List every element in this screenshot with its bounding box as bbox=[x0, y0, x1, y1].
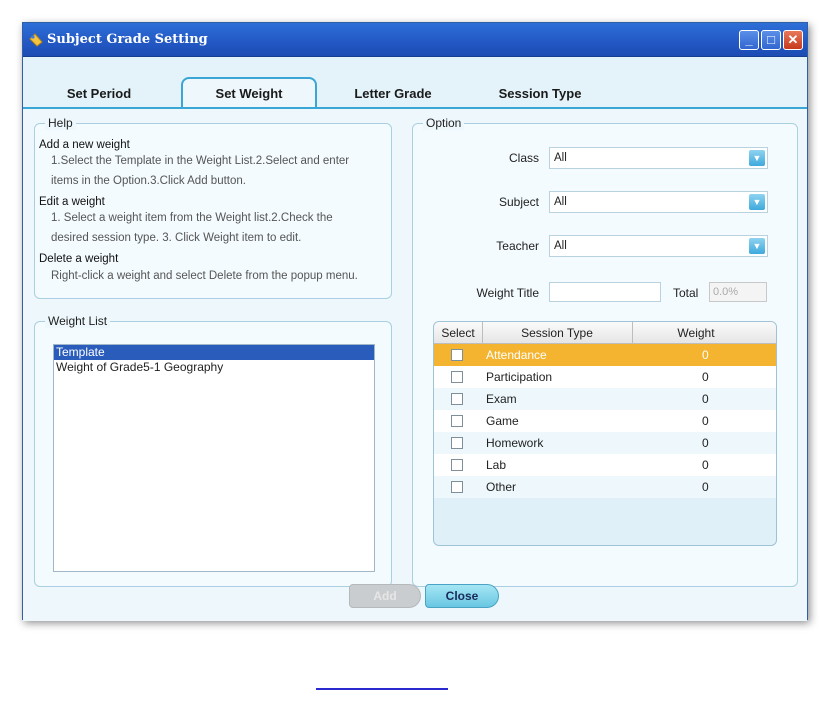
row-session-type: Exam bbox=[486, 392, 517, 406]
table-row[interactable]: Participation 0 bbox=[434, 366, 776, 388]
row-checkbox[interactable] bbox=[451, 349, 463, 361]
tab-letter-grade[interactable]: Letter Grade bbox=[337, 81, 449, 109]
row-checkbox[interactable] bbox=[451, 459, 463, 471]
class-label: Class bbox=[508, 151, 539, 165]
help-delete-step: Right-click a weight and select Delete f… bbox=[51, 270, 358, 282]
maximize-button[interactable]: □ bbox=[761, 30, 781, 50]
teacher-select-value: All bbox=[554, 240, 567, 252]
subject-grade-setting-window: Subject Grade Setting _ □ ✕ Set Period S… bbox=[22, 22, 808, 621]
help-edit-step1: 1. Select a weight item from the Weight … bbox=[51, 212, 333, 224]
table-row[interactable]: Game 0 bbox=[434, 410, 776, 432]
row-weight[interactable]: 0 bbox=[702, 392, 709, 406]
class-select-value: All bbox=[554, 152, 567, 164]
chevron-down-icon[interactable]: ▼ bbox=[749, 238, 765, 254]
tab-session-type[interactable]: Session Type bbox=[481, 81, 599, 109]
table-row[interactable]: Lab 0 bbox=[434, 454, 776, 476]
help-delete-heading: Delete a weight bbox=[39, 253, 119, 265]
window-close-button[interactable]: ✕ bbox=[783, 30, 803, 50]
header-session-type[interactable]: Session Type bbox=[482, 326, 632, 340]
tab-set-weight[interactable]: Set Weight bbox=[181, 77, 317, 110]
weight-title-input[interactable] bbox=[549, 282, 661, 302]
help-edit-step2: desired session type. 3. Click Weight it… bbox=[51, 232, 302, 244]
header-select[interactable]: Select bbox=[434, 326, 482, 340]
row-weight[interactable]: 0 bbox=[702, 370, 709, 384]
table-row[interactable]: Other 0 bbox=[434, 476, 776, 498]
row-weight[interactable]: 0 bbox=[702, 480, 709, 494]
row-checkbox[interactable] bbox=[451, 437, 463, 449]
option-group: Option Class All ▼ Subject All ▼ Teacher… bbox=[412, 116, 798, 587]
weight-list-legend: Weight List bbox=[45, 314, 111, 328]
divider-line bbox=[316, 688, 448, 690]
row-session-type: Lab bbox=[486, 458, 507, 472]
row-session-type: Attendance bbox=[486, 348, 547, 362]
app-icon bbox=[29, 33, 43, 47]
grid-header: Select Session Type Weight bbox=[434, 322, 776, 344]
help-add-step2: items in the Option.3.Click Add button. bbox=[51, 175, 246, 187]
minimize-button[interactable]: _ bbox=[739, 30, 759, 50]
list-item-weight[interactable]: Weight of Grade5-1 Geography bbox=[54, 360, 374, 375]
table-row[interactable]: Exam 0 bbox=[434, 388, 776, 410]
weight-listbox[interactable]: Template Weight of Grade5-1 Geography bbox=[53, 344, 375, 572]
chevron-down-icon[interactable]: ▼ bbox=[749, 150, 765, 166]
tab-set-period[interactable]: Set Period bbox=[43, 81, 155, 109]
window-title: Subject Grade Setting bbox=[47, 32, 208, 47]
teacher-label: Teacher bbox=[496, 239, 539, 253]
help-legend: Help bbox=[45, 116, 76, 130]
row-checkbox[interactable] bbox=[451, 371, 463, 383]
title-bar: Subject Grade Setting _ □ ✕ bbox=[23, 23, 807, 57]
row-checkbox[interactable] bbox=[451, 393, 463, 405]
list-item-template[interactable]: Template bbox=[54, 345, 374, 360]
row-checkbox[interactable] bbox=[451, 481, 463, 493]
row-session-type: Game bbox=[486, 414, 519, 428]
session-weight-grid: Select Session Type Weight Attendance 0 … bbox=[433, 321, 777, 546]
table-row[interactable]: Homework 0 bbox=[434, 432, 776, 454]
help-group: Help Add a new weight 1.Select the Templ… bbox=[34, 116, 392, 299]
row-session-type: Participation bbox=[486, 370, 553, 384]
tab-content: Help Add a new weight 1.Select the Templ… bbox=[23, 109, 807, 621]
row-weight[interactable]: 0 bbox=[702, 458, 709, 472]
subject-select-value: All bbox=[554, 196, 567, 208]
row-session-type: Homework bbox=[486, 436, 544, 450]
teacher-select[interactable]: All ▼ bbox=[549, 235, 768, 257]
help-edit-heading: Edit a weight bbox=[39, 196, 105, 208]
help-add-step1: 1.Select the Template in the Weight List… bbox=[51, 155, 350, 167]
weight-list-group: Weight List Template Weight of Grade5-1 … bbox=[34, 314, 392, 587]
row-session-type: Other bbox=[486, 480, 517, 494]
add-button[interactable]: Add bbox=[349, 584, 421, 608]
row-checkbox[interactable] bbox=[451, 415, 463, 427]
subject-select[interactable]: All ▼ bbox=[549, 191, 768, 213]
close-button[interactable]: Close bbox=[425, 584, 499, 608]
class-select[interactable]: All ▼ bbox=[549, 147, 768, 169]
row-weight[interactable]: 0 bbox=[702, 436, 709, 450]
subject-label: Subject bbox=[498, 195, 539, 209]
chevron-down-icon[interactable]: ▼ bbox=[749, 194, 765, 210]
total-label: Total bbox=[673, 286, 699, 300]
weight-title-label: Weight Title bbox=[476, 286, 539, 300]
total-field: 0.0% bbox=[709, 282, 767, 302]
tab-strip: Set Period Set Weight Letter Grade Sessi… bbox=[23, 57, 807, 110]
row-weight[interactable]: 0 bbox=[702, 414, 709, 428]
help-add-heading: Add a new weight bbox=[39, 139, 130, 151]
header-weight[interactable]: Weight bbox=[632, 326, 760, 340]
table-row[interactable]: Attendance 0 bbox=[434, 344, 776, 366]
option-legend: Option bbox=[423, 116, 465, 130]
row-weight[interactable]: 0 bbox=[702, 348, 709, 362]
